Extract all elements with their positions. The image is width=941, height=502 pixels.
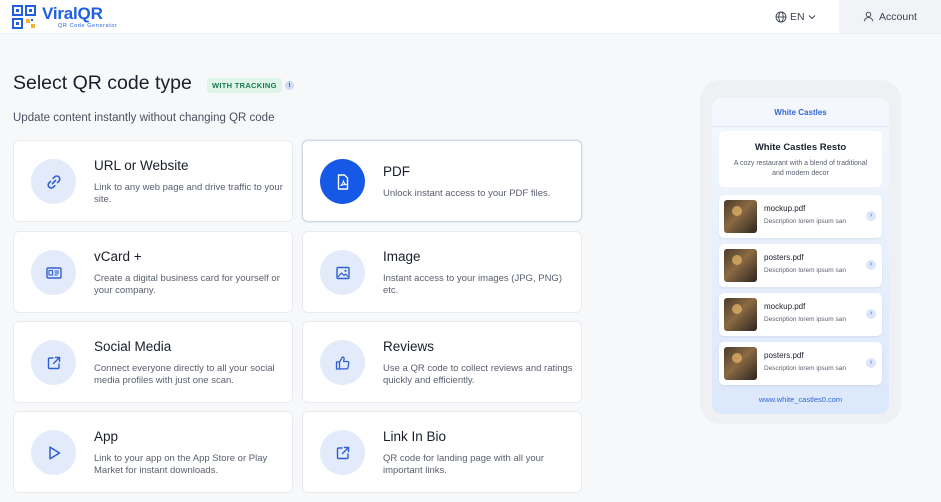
card-title: App (94, 429, 119, 444)
phone-preview-screen: White Castles White Castles Resto A cozy… (712, 98, 889, 414)
card-title: Social Media (94, 339, 172, 354)
chevron-right-icon: › (866, 309, 876, 319)
preview-header: White Castles (774, 108, 827, 117)
type-card-app[interactable]: App Link to your app on the App Store or… (13, 411, 293, 493)
play-icon (48, 445, 60, 460)
card-description: Connect everyone directly to all your so… (94, 363, 275, 386)
card-description: Create a digital business card for yours… (94, 273, 280, 296)
tracking-badge: WITH TRACKING (207, 78, 282, 93)
type-card-reviews[interactable]: Reviews Use a QR code to collect reviews… (302, 321, 582, 403)
card-title: Link In Bio (383, 429, 447, 444)
preview-divider (712, 126, 889, 127)
account-label: Account (879, 10, 917, 23)
qr-logo-icon (12, 5, 36, 29)
card-description: Link to your app on the App Store or Pla… (94, 453, 268, 476)
id-card-icon (45, 266, 62, 279)
card-description: Unlock instant access to your PDF files. (383, 188, 551, 199)
card-description: Link to any web page and drive traffic t… (94, 182, 283, 205)
info-icon[interactable]: i (285, 81, 294, 90)
card-title: PDF (383, 164, 410, 179)
type-card-social-media[interactable]: Social Media Connect everyone directly t… (13, 321, 293, 403)
card-title: URL or Website (94, 158, 189, 173)
card-title: vCard + (94, 249, 142, 264)
preview-business-description: A cozy restaurant with a blend of tradit… (733, 160, 868, 177)
chevron-down-icon (808, 15, 815, 20)
file-thumbnail (724, 200, 757, 233)
logo[interactable]: ViralQR QR Code Generator (12, 3, 122, 30)
brand-name: ViralQR (42, 4, 103, 23)
file-name: mockup.pdf (764, 302, 806, 311)
preview-file-item[interactable]: mockup.pdf Description lorem ipsum san › (719, 293, 882, 336)
page-title: Select QR code type (13, 72, 192, 94)
card-icon-circle (31, 159, 76, 204)
file-thumbnail (724, 298, 757, 331)
chevron-right-icon: › (866, 211, 876, 221)
file-description: Description lorem ipsum san (764, 218, 847, 225)
preview-business-name: White Castles Resto (754, 142, 847, 153)
chevron-right-icon: › (866, 358, 876, 368)
preview-file-item[interactable]: posters.pdf Description lorem ipsum san … (719, 342, 882, 385)
file-thumbnail (724, 249, 757, 282)
type-card-url[interactable]: URL or Website Link to any web page and … (13, 140, 293, 222)
image-icon (335, 266, 350, 279)
pdf-icon (337, 173, 348, 190)
file-description: Description lorem ipsum san (764, 365, 847, 372)
chevron-right-icon: › (866, 260, 876, 270)
preview-website-link[interactable]: www.white_castles0.com (712, 395, 889, 404)
type-card-pdf[interactable]: PDF Unlock instant access to your PDF fi… (302, 140, 582, 222)
card-description: Instant access to your images (JPG, PNG)… (383, 273, 562, 296)
page-subtitle: Update content instantly without changin… (13, 112, 275, 124)
link-icon (46, 174, 61, 189)
card-title: Image (383, 249, 421, 264)
card-description: QR code for landing page with all your i… (383, 453, 545, 476)
card-title: Reviews (383, 339, 435, 354)
file-description: Description lorem ipsum san (764, 267, 847, 274)
brand-tagline: QR Code Generator (58, 23, 118, 29)
language-label: EN (790, 11, 805, 23)
type-card-link-in-bio[interactable]: Link In Bio QR code for landing page wit… (302, 411, 582, 493)
file-name: mockup.pdf (764, 204, 806, 213)
card-description: Use a QR code to collect reviews and rat… (383, 363, 573, 386)
preview-file-item[interactable]: mockup.pdf Description lorem ipsum san › (719, 195, 882, 238)
account-button[interactable]: Account (839, 0, 941, 33)
preview-file-item[interactable]: posters.pdf Description lorem ipsum san … (719, 244, 882, 287)
user-icon (863, 11, 874, 22)
file-description: Description lorem ipsum san (764, 316, 847, 323)
preview-business-card: White Castles Resto A cozy restaurant wi… (719, 131, 882, 187)
card-icon-circle (31, 250, 76, 295)
card-icon-circle (31, 340, 76, 385)
share-icon (336, 446, 349, 459)
top-header: ViralQR QR Code Generator EN Account (0, 0, 941, 34)
type-card-vcard[interactable]: vCard + Create a digital business card f… (13, 231, 293, 313)
globe-icon (775, 11, 787, 23)
file-name: posters.pdf (764, 253, 804, 262)
card-icon-circle (320, 340, 365, 385)
thumbs-up-icon (335, 355, 349, 370)
share-icon (47, 356, 60, 369)
card-icon-circle (320, 250, 365, 295)
card-icon-circle (31, 430, 76, 475)
card-icon-circle (320, 430, 365, 475)
card-icon-circle (320, 159, 365, 204)
type-card-image[interactable]: Image Instant access to your images (JPG… (302, 231, 582, 313)
file-name: posters.pdf (764, 351, 804, 360)
language-selector[interactable]: EN (775, 9, 816, 25)
file-thumbnail (724, 347, 757, 380)
